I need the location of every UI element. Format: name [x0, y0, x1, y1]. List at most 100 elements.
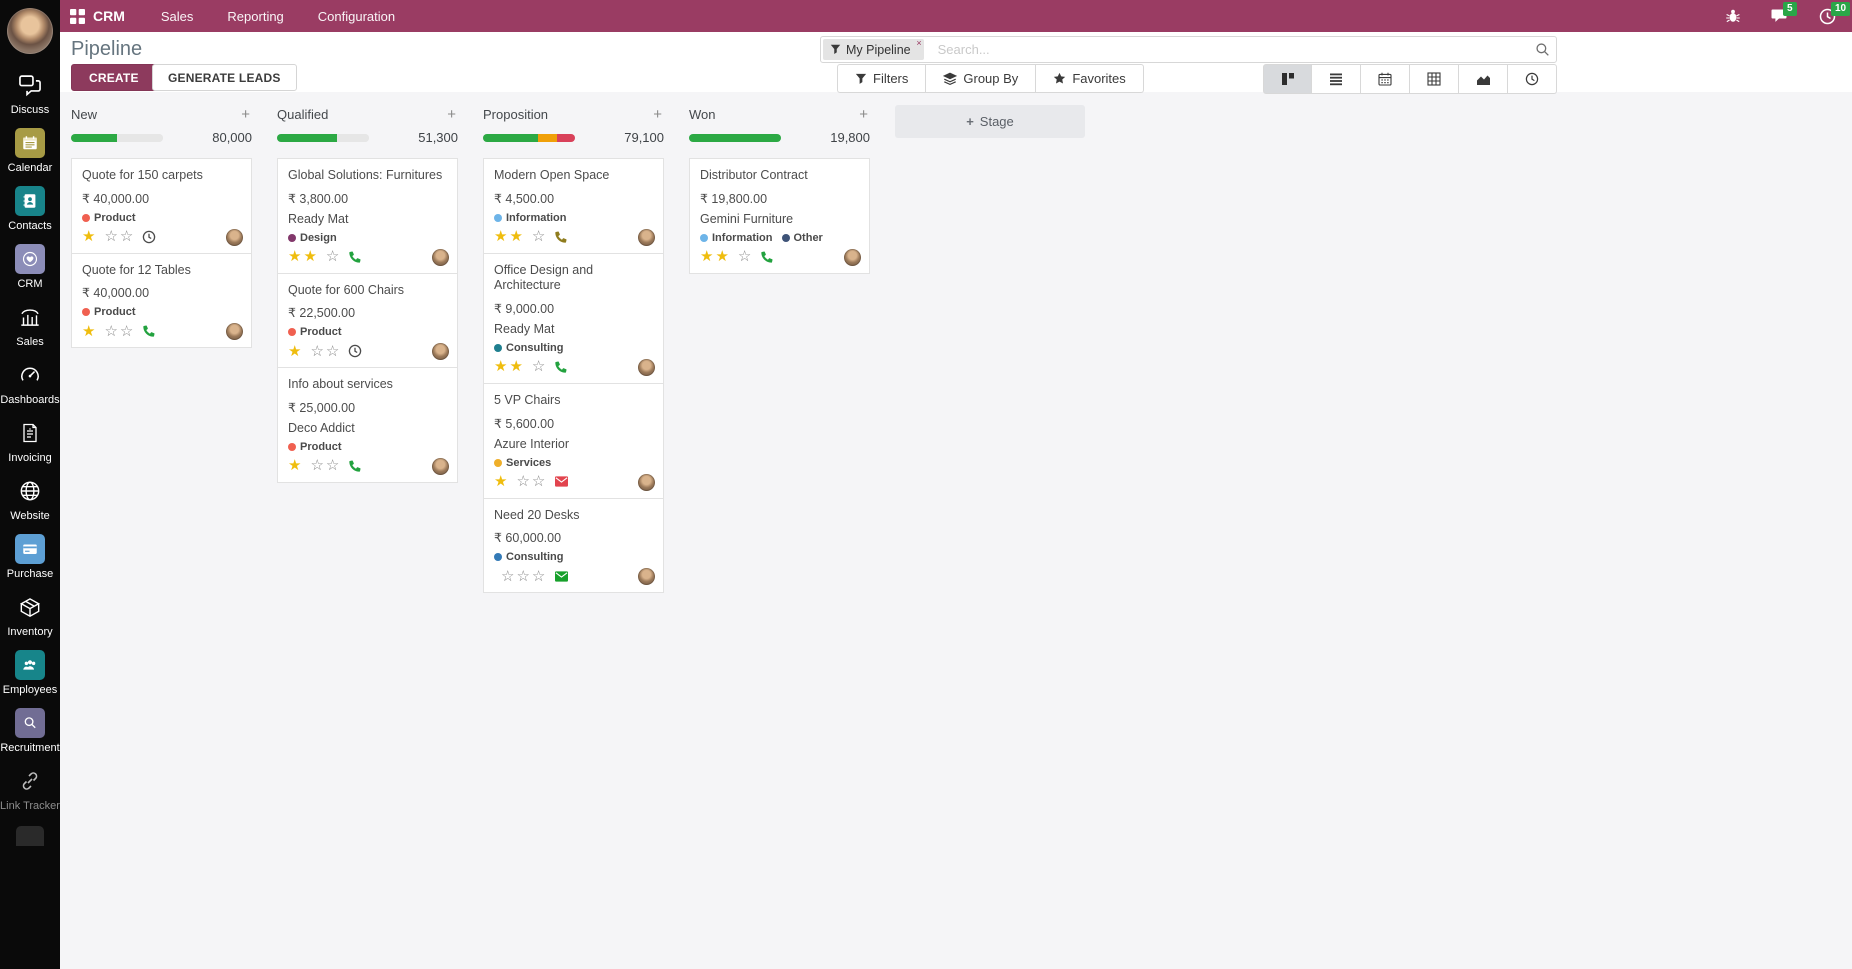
- messages-button[interactable]: 5: [1771, 2, 1797, 24]
- sidebar-item-calendar[interactable]: Calendar: [8, 128, 52, 174]
- quick-add-icon[interactable]: +: [859, 107, 868, 122]
- star-rating[interactable]: ★★: [494, 359, 525, 374]
- calendar-view-button[interactable]: [1361, 64, 1410, 94]
- activity-view-button[interactable]: [1508, 64, 1557, 94]
- activities-button[interactable]: 10: [1819, 1, 1851, 25]
- pivot-view-button[interactable]: [1410, 64, 1459, 94]
- card-amount: ₹ 22,500.00: [288, 306, 356, 321]
- page-title: Pipeline: [71, 38, 143, 60]
- star-rating[interactable]: ★: [494, 474, 509, 489]
- kanban-card[interactable]: Quote for 150 carpets ₹ 40,000.00 Produc…: [71, 158, 252, 254]
- apps-grid-icon[interactable]: [70, 8, 85, 24]
- salesperson-avatar: [638, 473, 655, 491]
- quick-add-icon[interactable]: +: [447, 107, 456, 122]
- kanban-card[interactable]: Global Solutions: Furnitures ₹ 3,800.00 …: [277, 158, 458, 274]
- star-rating[interactable]: ☆☆: [310, 344, 341, 359]
- salesperson-avatar: [432, 248, 449, 266]
- search-input[interactable]: [937, 42, 1535, 57]
- column-progressbar[interactable]: [277, 133, 369, 142]
- sidebar-item-dashboards[interactable]: Dashboards: [0, 360, 60, 406]
- phone-icon[interactable]: [554, 230, 568, 244]
- phone-icon[interactable]: [348, 459, 362, 473]
- phone-icon[interactable]: [142, 324, 156, 338]
- sidebar-item-link-tracker[interactable]: Link Tracker: [0, 766, 60, 812]
- star-rating[interactable]: ★★: [494, 229, 525, 244]
- salesperson-avatar: [638, 568, 655, 586]
- kanban-view-button[interactable]: [1263, 64, 1312, 94]
- sidebar-item-purchase[interactable]: Purchase: [7, 534, 53, 580]
- favorites-button[interactable]: Favorites: [1036, 64, 1144, 93]
- menu-reporting[interactable]: Reporting: [227, 9, 283, 24]
- kanban-card[interactable]: Need 20 Desks ₹ 60,000.00 Consulting ☆☆☆: [483, 497, 664, 594]
- phone-icon[interactable]: [554, 360, 568, 374]
- star-rating[interactable]: ☆☆☆: [501, 569, 547, 584]
- star-rating[interactable]: ★★: [700, 249, 731, 264]
- generate-leads-button[interactable]: GENERATE LEADS: [152, 64, 297, 91]
- column-progressbar[interactable]: [689, 133, 781, 142]
- debug-bug-icon[interactable]: [1725, 8, 1741, 24]
- menu-sales[interactable]: Sales: [161, 9, 194, 24]
- star-rating[interactable]: ☆: [326, 249, 341, 264]
- card-title: Modern Open Space: [494, 168, 610, 182]
- star-rating[interactable]: ☆: [738, 249, 753, 264]
- sidebar-item-inventory[interactable]: Inventory: [7, 592, 53, 638]
- envelope-icon[interactable]: [554, 475, 569, 488]
- kanban-card[interactable]: 5 VP Chairs ₹ 5,600.00 Azure Interior Se…: [483, 382, 664, 499]
- sidebar-item-invoicing[interactable]: Invoicing: [8, 418, 52, 464]
- search-options: Filters Group By Favorites: [837, 64, 1144, 93]
- search-icon[interactable]: [1535, 42, 1550, 57]
- sidebar-item-sales[interactable]: Sales: [15, 302, 45, 348]
- clock-icon[interactable]: [348, 344, 362, 358]
- menu-configuration[interactable]: Configuration: [318, 9, 395, 24]
- star-rating[interactable]: ☆☆: [310, 458, 341, 473]
- create-button[interactable]: CREATE: [71, 64, 157, 91]
- sidebar-item-employees[interactable]: Employees: [3, 650, 57, 696]
- phone-icon[interactable]: [348, 250, 362, 264]
- quick-add-icon[interactable]: +: [241, 107, 250, 122]
- star-rating[interactable]: ☆☆: [516, 474, 547, 489]
- kanban-card[interactable]: Office Design and Architecture ₹ 9,000.0…: [483, 252, 664, 384]
- star-rating[interactable]: ★★: [288, 249, 319, 264]
- star-rating[interactable]: ☆: [532, 229, 547, 244]
- sidebar-item-recruitment[interactable]: Recruitment: [0, 708, 60, 754]
- star-rating[interactable]: ★: [82, 324, 97, 339]
- sidebar-item-contacts[interactable]: Contacts: [8, 186, 52, 232]
- graph-view-button[interactable]: [1459, 64, 1508, 94]
- kanban-card[interactable]: Quote for 12 Tables ₹ 40,000.00 Product …: [71, 252, 252, 349]
- phone-icon[interactable]: [760, 250, 774, 264]
- kanban-card[interactable]: Info about services ₹ 25,000.00 Deco Add…: [277, 367, 458, 483]
- quick-add-icon[interactable]: +: [653, 107, 662, 122]
- card-tag: Product: [82, 212, 136, 224]
- clock-icon[interactable]: [142, 230, 156, 244]
- plus-icon: +: [966, 114, 974, 129]
- star-rating[interactable]: ★: [82, 229, 97, 244]
- group-by-button[interactable]: Group By: [926, 64, 1037, 93]
- salesperson-avatar: [432, 457, 449, 475]
- star-rating[interactable]: ★: [288, 458, 303, 473]
- card-title: Quote for 12 Tables: [82, 262, 191, 277]
- filters-button[interactable]: Filters: [837, 64, 927, 93]
- sidebar-item-website[interactable]: Website: [10, 476, 50, 522]
- facet-remove-icon[interactable]: ×: [916, 39, 921, 48]
- column-progressbar[interactable]: [71, 133, 163, 142]
- search-box[interactable]: My Pipeline ×: [820, 36, 1557, 63]
- sidebar-item-discuss[interactable]: Discuss: [11, 70, 49, 116]
- star-rating[interactable]: ★: [288, 344, 303, 359]
- card-title: Quote for 150 carpets: [82, 168, 203, 182]
- progress-segment: [117, 133, 163, 142]
- user-avatar[interactable]: [7, 8, 53, 54]
- add-stage-button[interactable]: + Stage: [895, 105, 1085, 138]
- app-name[interactable]: CRM: [93, 8, 125, 24]
- column-progressbar[interactable]: [483, 133, 575, 142]
- kanban-card[interactable]: Modern Open Space ₹ 4,500.00 Information…: [483, 158, 664, 254]
- tag-dot: [700, 233, 708, 242]
- star-rating[interactable]: ☆☆: [104, 229, 135, 244]
- list-view-button[interactable]: [1312, 64, 1361, 94]
- envelope-icon[interactable]: [554, 570, 569, 583]
- kanban-card[interactable]: Quote for 600 Chairs ₹ 22,500.00 Product…: [277, 272, 458, 369]
- card-amount: ₹ 19,800.00: [700, 191, 768, 206]
- kanban-card[interactable]: Distributor Contract ₹ 19,800.00 Gemini …: [689, 158, 870, 274]
- star-rating[interactable]: ☆☆: [104, 324, 135, 339]
- star-rating[interactable]: ☆: [532, 359, 547, 374]
- sidebar-item-crm[interactable]: CRM: [15, 244, 45, 290]
